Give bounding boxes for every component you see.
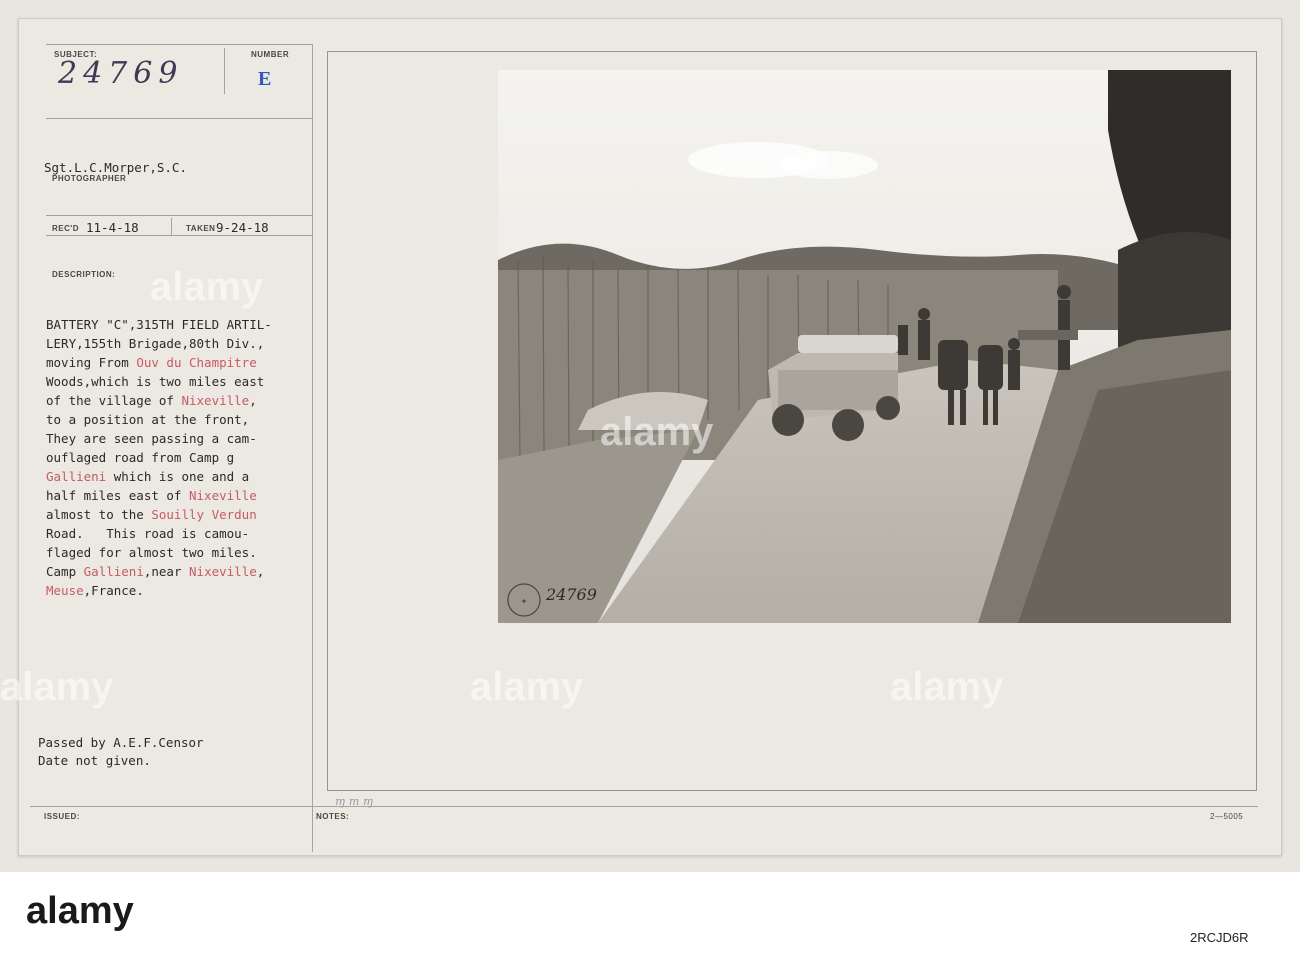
description-line: half miles east of Nixeville — [46, 488, 257, 503]
subject-value: 24769 — [58, 56, 184, 91]
photograph: ✦ 24769 — [498, 70, 1231, 623]
number-label: NUMBER — [251, 50, 290, 59]
photo-number: 24769 — [545, 585, 597, 604]
photo-scene: ✦ 24769 — [498, 70, 1231, 623]
image-id: 2RCJD6R — [1190, 930, 1249, 945]
recd-label: REC'D — [52, 224, 80, 233]
rule-column-divider — [312, 44, 313, 852]
notes-scribble: ɱ m ɱ — [335, 795, 374, 808]
rule-recd-top — [46, 215, 312, 216]
svg-text:✦: ✦ — [521, 597, 528, 606]
description-line: almost to the Souilly Verdun — [46, 507, 257, 522]
description-line: of the village of Nixeville, — [46, 393, 257, 408]
number-value: E — [258, 68, 272, 90]
photographer-name: Sgt.L.C.Morper,S.C. — [44, 160, 187, 175]
rule-subject-divider — [224, 48, 225, 94]
description-line: Meuse,France. — [46, 583, 144, 598]
form-number: 2—5005 — [1210, 812, 1244, 821]
recd-value: 11-4-18 — [86, 220, 139, 235]
censor-line-2: Date not given. — [38, 753, 151, 768]
watermark-1: alamy — [150, 265, 264, 309]
description-line: Gallieni which is one and a — [46, 469, 250, 484]
alamy-band: alamy 2RCJD6R — [0, 872, 1300, 961]
rule-recd-bottom — [46, 235, 312, 236]
photographer-label: PHOTOGRAPHER — [52, 174, 127, 183]
issued-label: ISSUED: — [44, 812, 80, 821]
alamy-logo: alamy — [26, 890, 134, 932]
watermark-2: alamy — [600, 410, 714, 454]
description-line: Woods,which is two miles east — [46, 374, 265, 389]
description-line: LERY,155th Brigade,80th Div., — [46, 336, 265, 351]
description-line: Camp Gallieni,near Nixeville, — [46, 564, 265, 579]
rule-recd-divider — [171, 218, 172, 236]
description-line: moving From Ouv du Champitre — [46, 355, 257, 370]
watermark-4: alamy — [470, 665, 584, 709]
description-line: BATTERY "C",315TH FIELD ARTIL- — [46, 317, 272, 332]
notes-label: NOTES: — [316, 812, 350, 821]
description-line: to a position at the front, — [46, 412, 250, 427]
description-line: They are seen passing a cam- — [46, 431, 257, 446]
description-text: BATTERY "C",315TH FIELD ARTIL- LERY,155th… — [46, 315, 272, 600]
rule-subject-bottom — [46, 118, 312, 119]
rule-footer-top — [30, 806, 1258, 807]
description-line: ouflaged road from Camp g — [46, 450, 235, 465]
description-line: Road. This road is camou- — [46, 526, 250, 541]
rule-subject-top — [46, 44, 312, 45]
censor-line-1: Passed by A.E.F.Censor — [38, 735, 204, 750]
description-line: flaged for almost two miles. — [46, 545, 257, 560]
taken-value: 9-24-18 — [216, 220, 269, 235]
description-label: DESCRIPTION: — [52, 270, 116, 279]
watermark-5: alamy — [890, 665, 1004, 709]
watermark-3: alamy — [0, 665, 114, 709]
taken-label: TAKEN — [186, 224, 216, 233]
